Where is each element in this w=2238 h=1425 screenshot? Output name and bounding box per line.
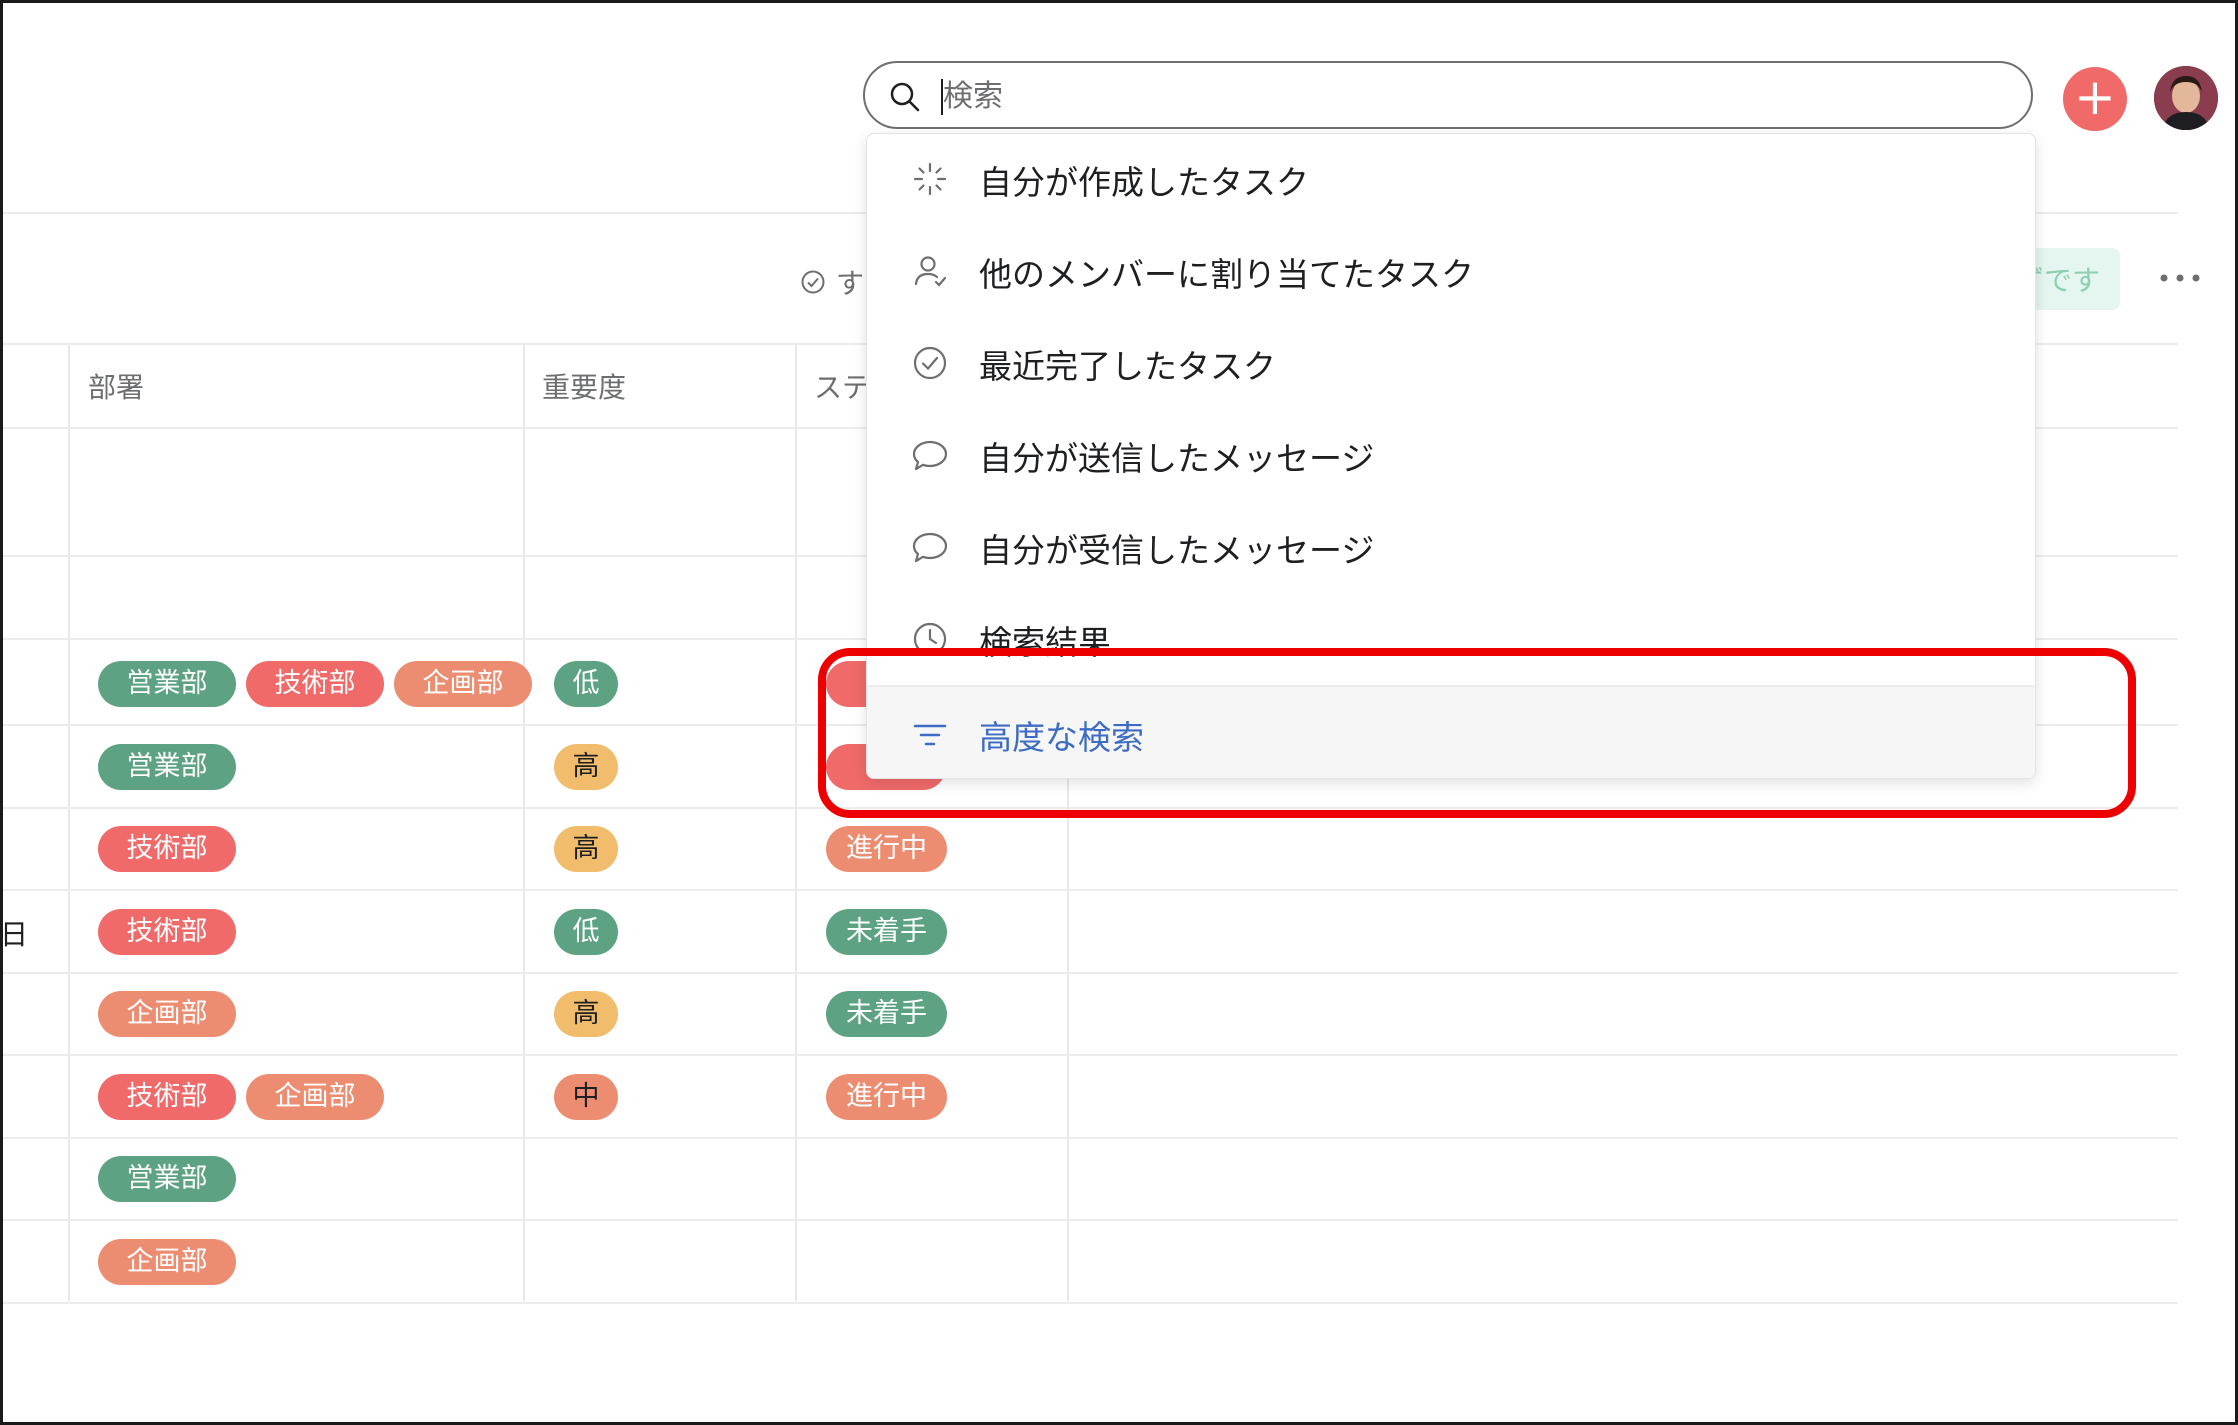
due-date-fragment: 日	[0, 918, 29, 951]
column-header-status[interactable]: ステ	[814, 366, 870, 406]
completed-filter-label: す	[836, 267, 865, 300]
column-divider	[523, 345, 525, 1301]
department-tag: 企画部	[394, 661, 532, 707]
speech-bubble-icon	[912, 440, 948, 471]
search-suggestion-label: 最近完了したタスク	[979, 347, 1276, 386]
priority-cell[interactable]: 高	[554, 991, 618, 1037]
status-tag: 進行中	[826, 826, 947, 872]
avatar[interactable]	[2154, 66, 2218, 130]
search-suggestion-item[interactable]: 他のメンバーに割り当てたタスク	[867, 224, 2035, 316]
status-cell[interactable]: 未着手	[826, 991, 947, 1037]
department-cell[interactable]: 営業部 技術部 企画部	[98, 661, 532, 707]
column-divider	[795, 345, 797, 1301]
completed-tasks-filter[interactable]: す	[800, 262, 864, 302]
search-suggestion-item[interactable]: 自分が作成したタスク	[867, 134, 2035, 224]
row-divider	[3, 889, 2178, 891]
person-check-icon	[914, 256, 947, 287]
priority-tag: 高	[554, 991, 618, 1037]
department-tag: 企画部	[246, 1074, 384, 1120]
department-cell[interactable]: 営業部	[98, 744, 236, 790]
search-suggestion-label: 自分が作成したタスク	[979, 163, 1309, 202]
priority-tag: 低	[554, 661, 618, 707]
speech-bubble-icon	[912, 532, 948, 563]
search-suggestion-item[interactable]: 自分が受信したメッセージ	[867, 500, 2035, 592]
department-cell[interactable]: 企画部	[98, 1239, 236, 1285]
department-cell[interactable]: 技術部	[98, 909, 236, 955]
department-tag: 企画部	[98, 991, 236, 1037]
department-tag: 企画部	[98, 1239, 236, 1285]
search-icon	[890, 82, 920, 112]
priority-tag: 中	[554, 1074, 618, 1120]
priority-tag: 低	[554, 909, 618, 955]
column-header-department[interactable]: 部署	[88, 366, 144, 406]
department-tag: 技術部	[246, 661, 384, 707]
add-button[interactable]: +	[2063, 67, 2127, 131]
search-suggestion-label: 自分が送信したメッセージ	[979, 439, 1375, 478]
department-cell[interactable]: 営業部	[98, 1156, 236, 1202]
search-input[interactable]	[941, 75, 2005, 117]
department-tag: 技術部	[98, 909, 236, 955]
priority-cell[interactable]: 低	[554, 909, 618, 955]
column-header-priority[interactable]: 重要度	[542, 366, 626, 406]
department-tag: 営業部	[98, 661, 236, 707]
search-box[interactable]	[863, 61, 2033, 129]
search-suggestion-label: 自分が受信したメッセージ	[979, 531, 1375, 570]
avatar-photo	[2154, 66, 2218, 130]
search-suggestion-item[interactable]: 最近完了したタスク	[867, 316, 2035, 408]
column-divider	[68, 345, 70, 1301]
priority-cell[interactable]: 中	[554, 1074, 618, 1120]
status-tag: 進行中	[826, 1074, 947, 1120]
department-cell[interactable]: 技術部	[98, 826, 236, 872]
check-circle-icon	[913, 346, 947, 380]
status-cell[interactable]: 進行中	[826, 1074, 947, 1120]
search-suggestion-item[interactable]: 自分が送信したメッセージ	[867, 408, 2035, 500]
row-divider	[3, 1219, 2178, 1221]
search-suggestion-label: 他のメンバーに割り当てたタスク	[979, 255, 1474, 294]
department-cell[interactable]: 企画部	[98, 991, 236, 1037]
row-divider	[3, 1137, 2178, 1139]
priority-cell[interactable]: 高	[554, 826, 618, 872]
department-cell[interactable]: 技術部 企画部	[98, 1074, 384, 1120]
highlight-box	[818, 648, 2136, 818]
department-tag: 営業部	[98, 744, 236, 790]
row-divider	[3, 1302, 2178, 1304]
priority-tag: 高	[554, 826, 618, 872]
row-divider	[3, 972, 2178, 974]
department-tag: 技術部	[98, 1074, 236, 1120]
sparkle-icon	[913, 162, 947, 196]
check-circle-icon	[801, 270, 825, 294]
text-caret	[941, 79, 943, 115]
status-cell[interactable]: 未着手	[826, 909, 947, 955]
status-tag: 未着手	[826, 909, 947, 955]
priority-tag: 高	[554, 744, 618, 790]
more-options-icon[interactable]	[2158, 272, 2202, 284]
status-cell[interactable]: 進行中	[826, 826, 947, 872]
department-tag: 技術部	[98, 826, 236, 872]
priority-cell[interactable]: 高	[554, 744, 618, 790]
department-tag: 営業部	[98, 1156, 236, 1202]
status-tag: 未着手	[826, 991, 947, 1037]
row-divider	[3, 1054, 2178, 1056]
priority-cell[interactable]: 低	[554, 661, 618, 707]
